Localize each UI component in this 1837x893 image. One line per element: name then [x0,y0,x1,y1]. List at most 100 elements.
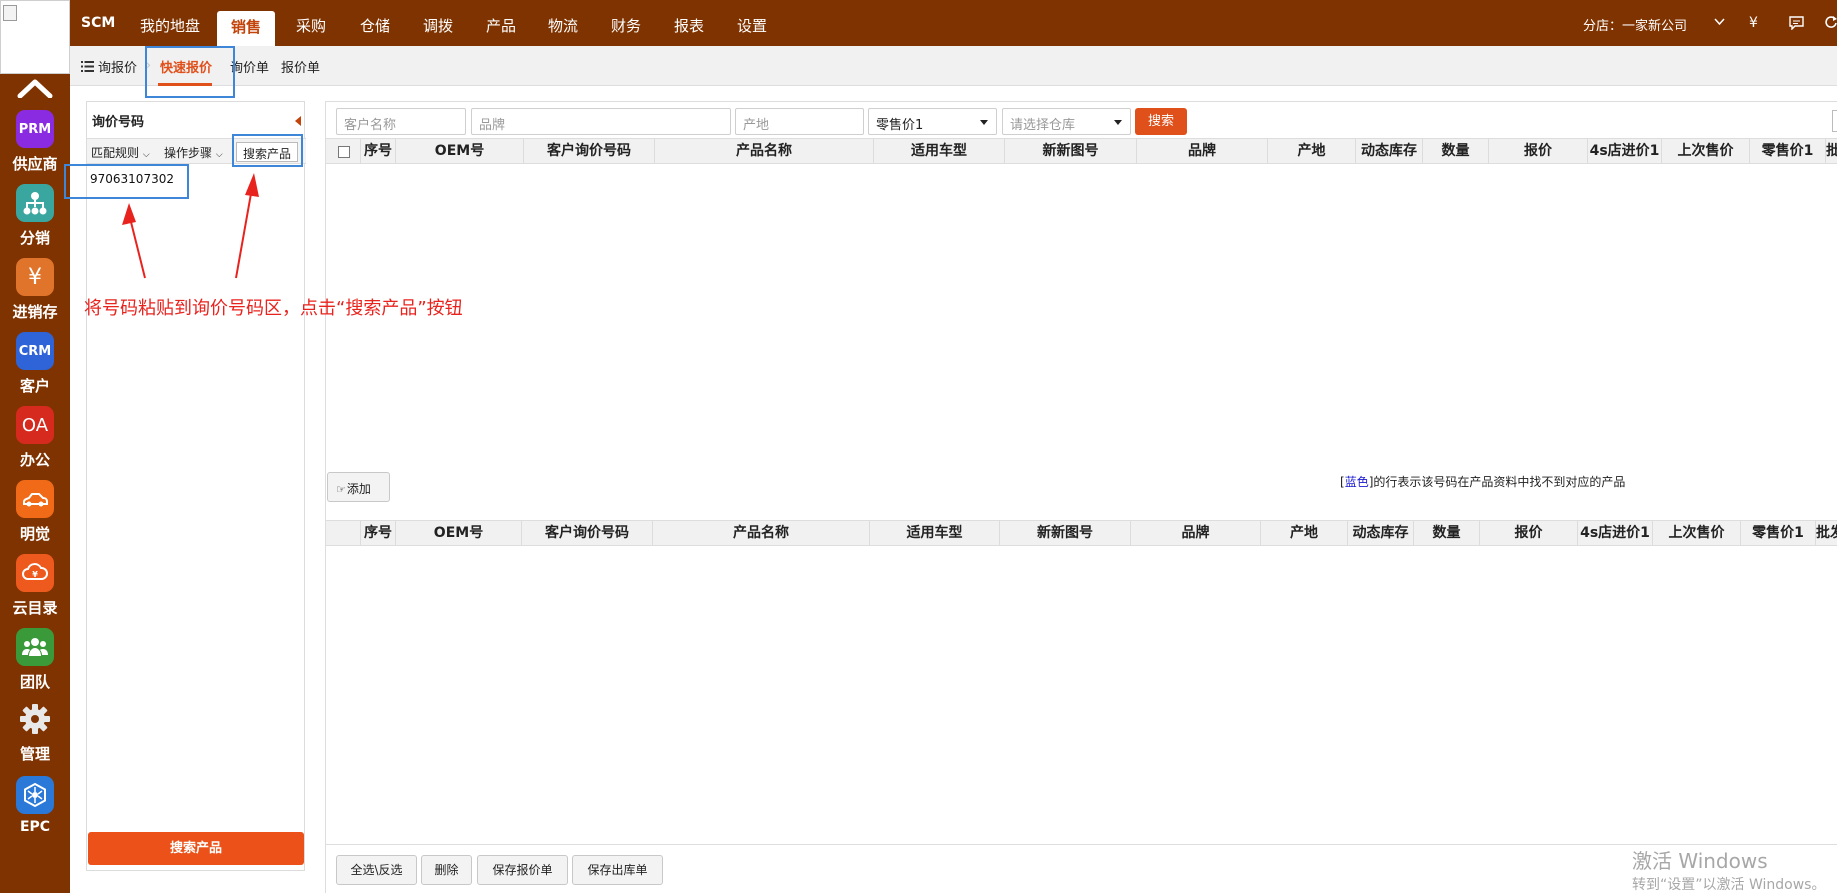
legend-color-word: 蓝色 [1344,475,1369,489]
col-header[interactable]: 适用车型 [870,521,1000,545]
col-header[interactable]: 产品名称 [653,521,870,545]
brand-input[interactable]: 品牌 [471,108,731,135]
price-type-select[interactable]: 零售价1 [868,108,997,135]
col-header[interactable]: 零售价1 [1750,139,1826,163]
main-content: 客户名称 品牌 产地 零售价1 请选择仓库 搜索 序号 OEM号 客户询价号码 … [325,101,1837,893]
logo-image [0,0,70,74]
warehouse-select[interactable]: 请选择仓库 [1002,108,1131,135]
app-prm[interactable]: PRM 供应商 [0,110,70,174]
search-product-button[interactable]: 搜索产品 [88,832,304,865]
warehouse-placeholder: 请选择仓库 [1010,118,1076,133]
result-table-header: 序号 OEM号 客户询价号码 产品名称 适用车型 新新图号 品牌 产地 动态库存… [326,138,1837,164]
subnav-inquiry-quote[interactable]: 询报价 [98,57,137,76]
currency-button[interactable]: ¥ [1749,15,1758,31]
nav-reports[interactable]: 报表 [674,15,704,36]
col-header[interactable]: 零售价1 [1741,521,1816,545]
nav-product[interactable]: 产品 [486,15,516,36]
chevron-down-icon[interactable] [1714,18,1725,26]
app-cloud-catalog[interactable]: ¥ 云目录 [0,554,70,618]
app-team[interactable]: 团队 [0,628,70,692]
app-label: 团队 [19,673,50,691]
app-admin[interactable]: 管理 [0,700,70,764]
col-header[interactable]: 4s店进价1 [1588,139,1662,163]
nav-sales[interactable]: 销售 [217,11,276,46]
match-rule-dropdown[interactable]: 匹配规则 ⌵ [91,142,150,162]
col-header[interactable]: 动态库存 [1356,139,1423,163]
steps-label: 操作步骤 [164,146,213,160]
col-header[interactable]: 批 [1826,139,1837,163]
collapse-arrow-icon[interactable] [295,116,301,126]
annotation-instruction: 将号码粘贴到询价号码区，点击“搜索产品”按钮 [84,298,463,319]
app-distribution[interactable]: 分销 [0,184,70,248]
col-header[interactable]: 适用车型 [874,139,1005,163]
search-button[interactable]: 搜索 [1135,108,1187,135]
select-all-checkbox[interactable] [338,146,350,158]
top-navigation: SCM 我的地盘 销售 采购 仓储 调拨 产品 物流 财务 报表 设置 分店：一… [70,0,1837,46]
app-crm[interactable]: CRM 客户 [0,332,70,396]
nav-my-workspace[interactable]: 我的地盘 [140,15,200,36]
col-header[interactable]: 新新图号 [1005,139,1137,163]
customer-name-input[interactable]: 客户名称 [336,108,466,135]
app-mingjue[interactable]: 明觉 [0,480,70,544]
chevron-up-icon[interactable] [17,78,53,98]
nav-finance[interactable]: 财务 [611,15,641,36]
app-inventory[interactable]: ¥ 进销存 [0,258,70,322]
col-header[interactable]: 上次售价 [1662,139,1750,163]
col-header[interactable]: 批发 [1816,521,1837,545]
caret-down-icon [980,120,988,125]
app-epc[interactable]: EPC [0,776,70,835]
col-header[interactable]: 序号 [361,521,396,545]
crm-icon: CRM [16,332,54,370]
nav-purchase[interactable]: 采购 [296,15,326,36]
col-header[interactable]: 序号 [361,139,396,163]
col-header[interactable]: 品牌 [1131,521,1261,545]
col-header[interactable]: 产地 [1261,521,1348,545]
col-header[interactable]: 产地 [1268,139,1356,163]
oa-icon: OA [16,406,54,444]
col-header[interactable]: 报价 [1480,521,1578,545]
quote-table-header: 序号 OEM号 客户询价号码 产品名称 适用车型 新新图号 品牌 产地 动态库存… [326,520,1837,546]
col-header[interactable]: OEM号 [396,521,522,545]
inquiry-number-panel: 询价号码 匹配规则 ⌵ 操作步骤 ⌵ 搜索产品 97063107302 搜索产品 [86,101,306,871]
col-header[interactable]: 新新图号 [1000,521,1131,545]
epc-icon [16,776,54,814]
col-header[interactable]: 数量 [1423,139,1489,163]
nav-transfer[interactable]: 调拨 [423,15,453,36]
panel-title: 询价号码 [92,115,145,130]
nav-settings[interactable]: 设置 [737,15,767,36]
branch-selector[interactable]: 分店：一家新公司 [1583,15,1687,34]
col-header[interactable]: 4s店进价1 [1578,521,1653,545]
col-header[interactable]: 产品名称 [655,139,874,163]
subnav-quote-list[interactable]: 报价单 [281,57,320,76]
select-all-cell [326,139,361,163]
cloud-catalog-icon: ¥ [16,554,54,592]
select-toggle-button[interactable]: 全选\反选 [336,855,417,885]
overflow-button-edge[interactable] [1832,110,1837,132]
col-header[interactable]: 动态库存 [1348,521,1414,545]
col-header[interactable]: 数量 [1414,521,1480,545]
col-header[interactable]: 客户询价号码 [524,139,655,163]
list-icon [81,61,94,72]
app-oa[interactable]: OA 办公 [0,406,70,470]
col-header[interactable]: 上次售价 [1653,521,1741,545]
watermark-subtitle: 转到“设置”以激活 Windows。 [1632,877,1826,893]
save-quote-button[interactable]: 保存报价单 [477,855,568,885]
app-label: 办公 [19,451,50,469]
message-icon[interactable] [1789,16,1804,30]
nav-warehouse[interactable]: 仓储 [360,15,390,36]
nav-logistics[interactable]: 物流 [548,15,578,36]
col-header[interactable]: OEM号 [396,139,524,163]
subnav-inquiry-list[interactable]: 询价单 [230,57,269,76]
yuan-icon: ¥ [16,258,54,296]
col-header[interactable]: 报价 [1489,139,1588,163]
refresh-icon[interactable] [1825,15,1837,30]
app-label: 客户 [19,377,50,395]
origin-input[interactable]: 产地 [735,108,864,135]
add-button[interactable]: ☞添加 [327,472,390,502]
col-header[interactable]: 品牌 [1137,139,1268,163]
broken-image-icon [3,5,17,21]
delete-button[interactable]: 删除 [421,855,472,885]
col-header[interactable]: 客户询价号码 [522,521,653,545]
steps-dropdown[interactable]: 操作步骤 ⌵ [164,142,223,162]
save-outbound-button[interactable]: 保存出库单 [572,855,663,885]
